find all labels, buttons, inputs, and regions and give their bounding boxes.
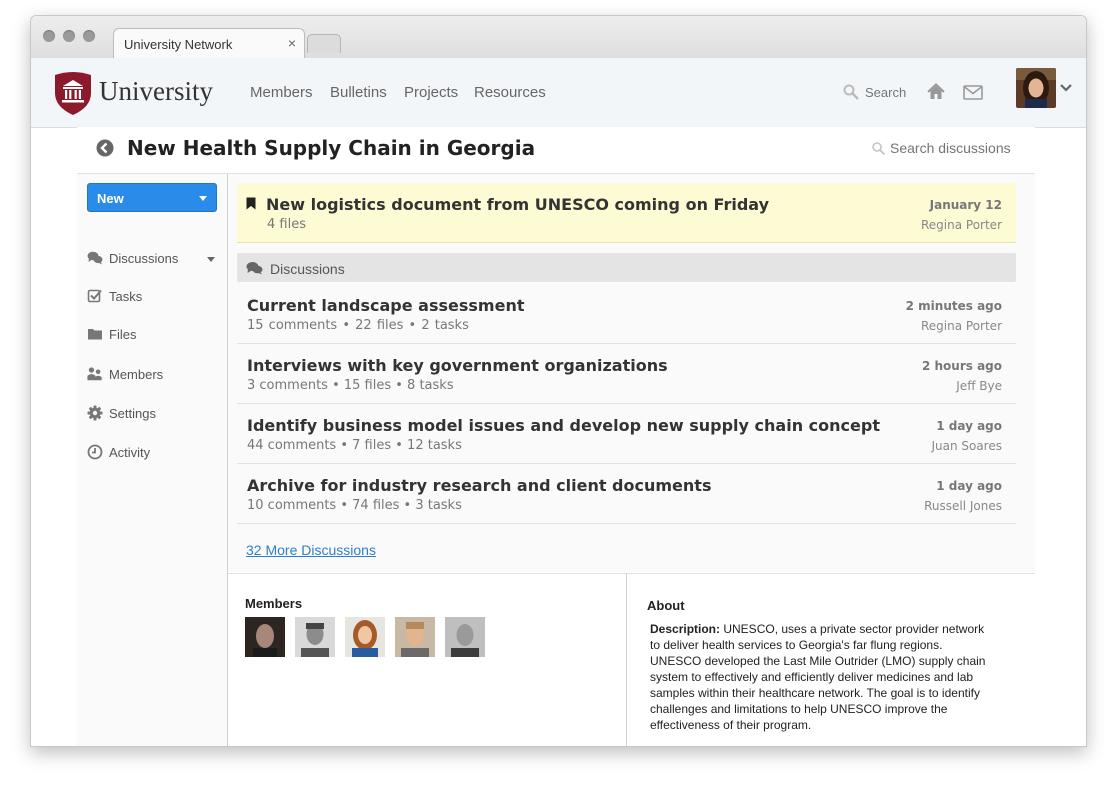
new-button[interactable]: New bbox=[87, 183, 217, 212]
sidebar-item-files[interactable]: Files bbox=[87, 324, 217, 344]
discussion-meta: 3 comments • 15 files • 8 tasks bbox=[247, 378, 454, 393]
close-window-button[interactable] bbox=[43, 30, 55, 42]
discussion-time: 1 day ago bbox=[936, 419, 1002, 433]
checkbox-icon bbox=[87, 289, 102, 303]
nav-link-projects[interactable]: Projects bbox=[404, 84, 458, 101]
sidebar-item-tasks[interactable]: Tasks bbox=[87, 286, 217, 306]
discussion-title[interactable]: Current landscape assessment bbox=[247, 296, 524, 315]
bookmark-icon bbox=[246, 197, 256, 210]
browser-chrome: University Network × bbox=[31, 16, 1086, 59]
member-avatar[interactable] bbox=[445, 617, 485, 657]
sidebar-item-label: Activity bbox=[109, 445, 151, 460]
pinned-date: January 12 bbox=[929, 198, 1002, 212]
top-nav: University Members Bulletins Projects Re… bbox=[31, 58, 1086, 128]
member-avatar[interactable] bbox=[295, 617, 335, 657]
member-avatar[interactable] bbox=[395, 617, 435, 657]
nav-link-bulletins[interactable]: Bulletins bbox=[330, 84, 387, 101]
member-avatar[interactable] bbox=[245, 617, 285, 657]
browser-window: University Network × University Members … bbox=[30, 15, 1087, 747]
discussion-row[interactable]: Current landscape assessment 15 comments… bbox=[237, 284, 1016, 344]
discussion-author: Juan Soares bbox=[931, 439, 1002, 453]
pinned-title[interactable]: New logistics document from UNESCO comin… bbox=[266, 195, 769, 214]
members-panel: Members bbox=[228, 573, 627, 746]
back-arrow-icon[interactable] bbox=[96, 139, 114, 157]
comments-icon bbox=[246, 262, 263, 275]
pinned-meta: 4 files bbox=[267, 217, 306, 232]
search-discussions-input[interactable] bbox=[888, 139, 1042, 157]
content-area: New Health Supply Chain in Georgia New D… bbox=[77, 127, 1042, 746]
sidebar-item-activity[interactable]: Activity bbox=[87, 442, 217, 462]
comments-icon bbox=[87, 251, 103, 265]
discussion-time: 2 hours ago bbox=[921, 359, 1002, 373]
discussion-time: 2 minutes ago bbox=[905, 299, 1002, 313]
mail-icon[interactable] bbox=[963, 85, 983, 100]
page-title: New Health Supply Chain in Georgia bbox=[127, 136, 536, 160]
tab-title: University Network bbox=[124, 37, 233, 52]
users-icon bbox=[87, 367, 102, 381]
clock-icon bbox=[87, 444, 103, 460]
about-panel: About Description: UNESCO, uses a privat… bbox=[627, 573, 1035, 746]
discussion-title[interactable]: Identify business model issues and devel… bbox=[247, 416, 880, 435]
discussion-author: Jeff Bye bbox=[956, 379, 1002, 393]
discussion-row[interactable]: Identify business model issues and devel… bbox=[237, 404, 1016, 464]
section-title: Discussions bbox=[270, 261, 345, 277]
zoom-window-button[interactable] bbox=[83, 30, 95, 42]
discussions-section-header: Discussions bbox=[237, 253, 1016, 282]
sidebar-item-label: Discussions bbox=[109, 251, 179, 266]
sidebar-item-settings[interactable]: Settings bbox=[87, 403, 217, 423]
university-shield-icon bbox=[55, 72, 91, 115]
brand-name[interactable]: University bbox=[99, 76, 213, 107]
discussion-meta: 44 comments • 7 files • 12 tasks bbox=[247, 438, 462, 453]
about-title: About bbox=[647, 598, 685, 613]
browser-tab[interactable]: University Network × bbox=[113, 28, 305, 59]
nav-link-members[interactable]: Members bbox=[250, 84, 313, 101]
member-avatar[interactable] bbox=[345, 617, 385, 657]
discussion-title[interactable]: Archive for industry research and client… bbox=[247, 476, 711, 495]
gear-icon bbox=[87, 405, 103, 421]
discussions-panel: New logistics document from UNESCO comin… bbox=[228, 174, 1035, 572]
sidebar-item-discussions[interactable]: Discussions bbox=[87, 248, 217, 268]
discussion-meta: 15 comments • 22 files • 2 tasks bbox=[247, 318, 469, 333]
discussion-title[interactable]: Interviews with key government organizat… bbox=[247, 356, 668, 375]
about-description: Description: UNESCO, uses a private sect… bbox=[650, 621, 995, 733]
minimize-window-button[interactable] bbox=[63, 30, 75, 42]
pinned-bulletin[interactable]: New logistics document from UNESCO comin… bbox=[237, 183, 1016, 243]
sidebar: New Discussions Tasks Files Members Sett… bbox=[77, 174, 228, 746]
sidebar-item-label: Tasks bbox=[109, 289, 143, 304]
discussion-row[interactable]: Interviews with key government organizat… bbox=[237, 344, 1016, 404]
search-icon bbox=[872, 142, 885, 155]
chevron-down-icon[interactable] bbox=[1060, 83, 1072, 93]
discussion-meta: 10 comments • 74 files • 3 tasks bbox=[247, 498, 462, 513]
folder-icon bbox=[88, 329, 102, 340]
more-discussions-link[interactable]: 32 More Discussions bbox=[246, 542, 376, 558]
sidebar-item-label: Settings bbox=[109, 406, 156, 421]
new-tab-button[interactable] bbox=[307, 34, 341, 53]
members-title: Members bbox=[245, 596, 303, 611]
discussion-row[interactable]: Archive for industry research and client… bbox=[237, 464, 1016, 524]
sidebar-item-members[interactable]: Members bbox=[87, 364, 217, 384]
new-button-label: New bbox=[97, 191, 124, 206]
nav-search-input[interactable] bbox=[863, 84, 917, 101]
caret-down-icon bbox=[199, 196, 207, 201]
description-text: UNESCO, uses a private sector provider n… bbox=[650, 622, 986, 732]
description-label: Description: bbox=[650, 622, 721, 636]
discussion-time: 1 day ago bbox=[936, 479, 1002, 493]
sidebar-item-label: Members bbox=[109, 367, 164, 382]
pinned-author: Regina Porter bbox=[920, 218, 1002, 232]
search-icon bbox=[843, 84, 859, 100]
nav-link-resources[interactable]: Resources bbox=[474, 84, 546, 101]
caret-down-icon[interactable] bbox=[207, 257, 215, 262]
tab-close-icon[interactable]: × bbox=[288, 35, 296, 51]
sidebar-item-label: Files bbox=[109, 327, 137, 342]
discussion-author: Regina Porter bbox=[920, 319, 1002, 333]
home-icon[interactable] bbox=[927, 83, 945, 100]
user-avatar[interactable] bbox=[1016, 68, 1056, 108]
discussion-author: Russell Jones bbox=[924, 499, 1002, 513]
